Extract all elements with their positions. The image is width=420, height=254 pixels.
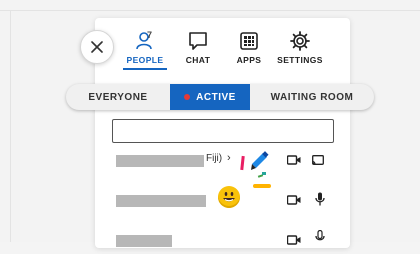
filter-everyone-label: EVERYONE bbox=[88, 91, 148, 103]
tab-settings[interactable]: SETTINGS bbox=[270, 30, 330, 65]
active-tab-indicator bbox=[123, 68, 167, 70]
people-icon bbox=[136, 32, 152, 50]
background-divider-vertical bbox=[10, 10, 11, 242]
participant-name-redacted bbox=[116, 155, 204, 167]
video-icon[interactable] bbox=[286, 152, 302, 168]
filter-active-label: ACTIVE bbox=[196, 91, 236, 103]
participant-row[interactable]: Fiji) › bbox=[116, 146, 336, 174]
tab-people[interactable]: PEOPLE bbox=[115, 30, 175, 65]
background-divider bbox=[0, 10, 420, 11]
search-input[interactable] bbox=[112, 119, 334, 143]
participant-name-redacted bbox=[116, 195, 206, 207]
cast-icon[interactable] bbox=[310, 152, 326, 168]
tab-chat-label: CHAT bbox=[185, 55, 211, 65]
close-icon bbox=[91, 41, 103, 53]
mic-icon[interactable] bbox=[312, 229, 328, 245]
video-icon[interactable] bbox=[286, 232, 302, 248]
pen-icon bbox=[251, 151, 269, 170]
active-dot-icon bbox=[184, 94, 191, 100]
filter-waiting-room-label: WAITING ROOM bbox=[270, 91, 354, 103]
participant-filter: EVERYONE ACTIVE WAITING ROOM bbox=[66, 84, 374, 110]
apps-grid-icon bbox=[240, 32, 258, 50]
participant-name-redacted bbox=[116, 235, 172, 247]
participant-row[interactable] bbox=[116, 226, 336, 254]
people-count-badge: 7 bbox=[147, 30, 153, 40]
gear-icon bbox=[290, 31, 310, 51]
grinning-face-emoji-icon bbox=[218, 186, 240, 208]
filter-waiting-room-button[interactable]: WAITING ROOM bbox=[250, 84, 374, 110]
filter-everyone-button[interactable]: EVERYONE bbox=[66, 84, 170, 110]
participant-name-suffix: Fiji) bbox=[206, 153, 223, 164]
tab-people-label: PEOPLE bbox=[126, 55, 164, 65]
chevron-right-icon[interactable]: › bbox=[227, 152, 231, 164]
close-button[interactable] bbox=[80, 30, 114, 64]
chat-icon bbox=[189, 32, 207, 50]
teal-marker-annotation bbox=[262, 172, 266, 175]
tab-settings-label: SETTINGS bbox=[277, 55, 323, 65]
filter-active-button[interactable]: ACTIVE bbox=[170, 84, 250, 110]
mic-icon[interactable] bbox=[312, 191, 328, 207]
tab-apps-label: APPS bbox=[236, 55, 262, 65]
video-icon[interactable] bbox=[286, 192, 302, 208]
